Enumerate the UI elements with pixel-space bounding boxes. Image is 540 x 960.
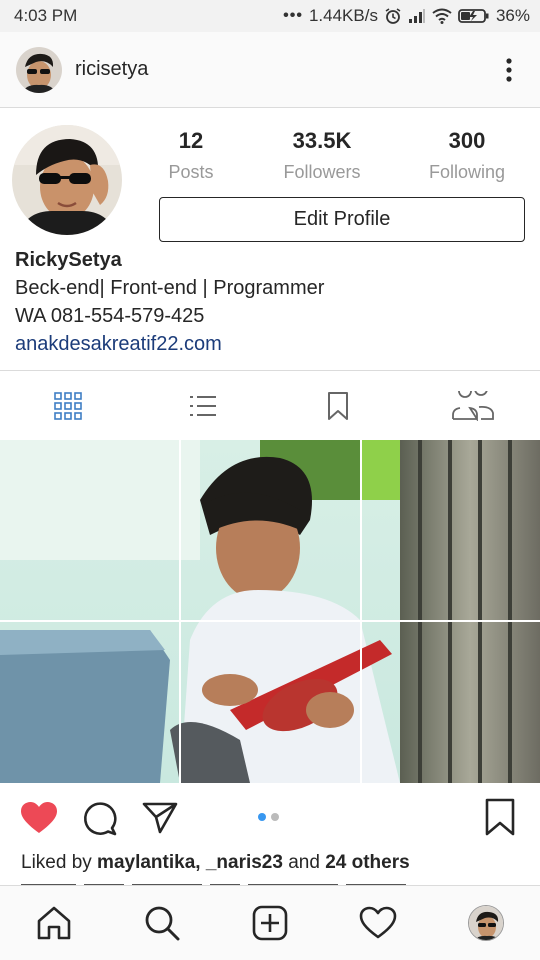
bookmark-icon: [327, 391, 348, 420]
edit-profile-button[interactable]: Edit Profile: [159, 197, 525, 242]
tab-saved[interactable]: [270, 371, 405, 441]
battery-level: 36%: [495, 6, 530, 25]
battery-icon: [458, 8, 490, 24]
status-bar: 4:03 PM ••• 1.44KB/s 36%: [0, 0, 540, 32]
signal-icon: [408, 8, 426, 24]
add-post-icon: [252, 905, 288, 941]
profile-section: 12 Posts 33.5K Followers 300 Following E…: [0, 108, 540, 370]
nav-add-post[interactable]: [216, 886, 324, 960]
comment-icon[interactable]: [82, 800, 118, 836]
posts-count: 12: [178, 128, 204, 153]
profile-header: ricisetya: [0, 32, 540, 108]
wifi-icon: [432, 8, 452, 24]
save-bookmark-icon[interactable]: [485, 798, 515, 841]
profile-avatar: [468, 905, 504, 941]
post-actions: [0, 783, 540, 853]
likes-users[interactable]: maylantika, _naris23: [97, 852, 283, 873]
net-speed: 1.44KB/s: [308, 6, 378, 25]
header-avatar[interactable]: [16, 46, 62, 93]
tagged-people-icon: [451, 390, 494, 421]
nav-search[interactable]: [108, 886, 216, 960]
followers-count: 33.5K: [292, 128, 352, 153]
more-dots-icon: •••: [283, 7, 303, 24]
activity-heart-icon: [359, 906, 397, 939]
likes-summary[interactable]: Liked by maylantika, _naris23 and 24 oth…: [21, 852, 410, 874]
list-icon: [189, 395, 216, 416]
followers-label: Followers: [283, 162, 361, 182]
following-stat[interactable]: 300 Following: [412, 128, 522, 183]
bio: RickySetya Beck-end| Front-end | Program…: [15, 246, 324, 358]
website-link[interactable]: anakdesakreatif22.com: [15, 330, 324, 358]
nav-activity[interactable]: [324, 886, 432, 960]
bio-line-1: Beck-end| Front-end | Programmer: [15, 277, 325, 299]
tab-list[interactable]: [135, 371, 270, 441]
like-heart-icon[interactable]: [20, 801, 58, 835]
carousel-indicator: [258, 813, 279, 821]
home-icon: [37, 906, 71, 940]
posts-stat[interactable]: 12 Posts: [150, 128, 232, 183]
carousel-dot: [271, 813, 279, 821]
post-photo[interactable]: [0, 440, 540, 783]
tab-grid[interactable]: [0, 371, 135, 441]
bio-line-2: WA 081-554-579-425: [15, 305, 205, 327]
likes-prefix: Liked by: [21, 852, 98, 873]
share-send-icon[interactable]: [142, 801, 178, 835]
profile-tabs: [0, 370, 540, 440]
status-time: 4:03 PM: [14, 6, 78, 25]
profile-avatar[interactable]: [12, 125, 122, 235]
following-count: 300: [448, 128, 486, 153]
vertical-dots-icon[interactable]: [494, 50, 524, 90]
tab-tagged[interactable]: [405, 371, 540, 441]
header-username: ricisetya: [75, 58, 149, 80]
bottom-navigation: [0, 885, 540, 960]
profile-stats: 12 Posts 33.5K Followers 300 Following: [150, 128, 540, 183]
followers-stat[interactable]: 33.5K Followers: [232, 128, 412, 183]
search-icon: [145, 906, 180, 941]
likes-and: and: [282, 852, 326, 873]
nav-home[interactable]: [0, 886, 108, 960]
likes-others[interactable]: 24 others: [325, 852, 409, 873]
carousel-dot-active: [258, 813, 266, 821]
posts-label: Posts: [168, 162, 214, 182]
nav-profile[interactable]: [432, 886, 540, 960]
following-label: Following: [428, 162, 506, 182]
full-name: RickySetya: [15, 249, 122, 271]
grid-icon: [53, 391, 82, 420]
alarm-icon: [384, 7, 402, 25]
